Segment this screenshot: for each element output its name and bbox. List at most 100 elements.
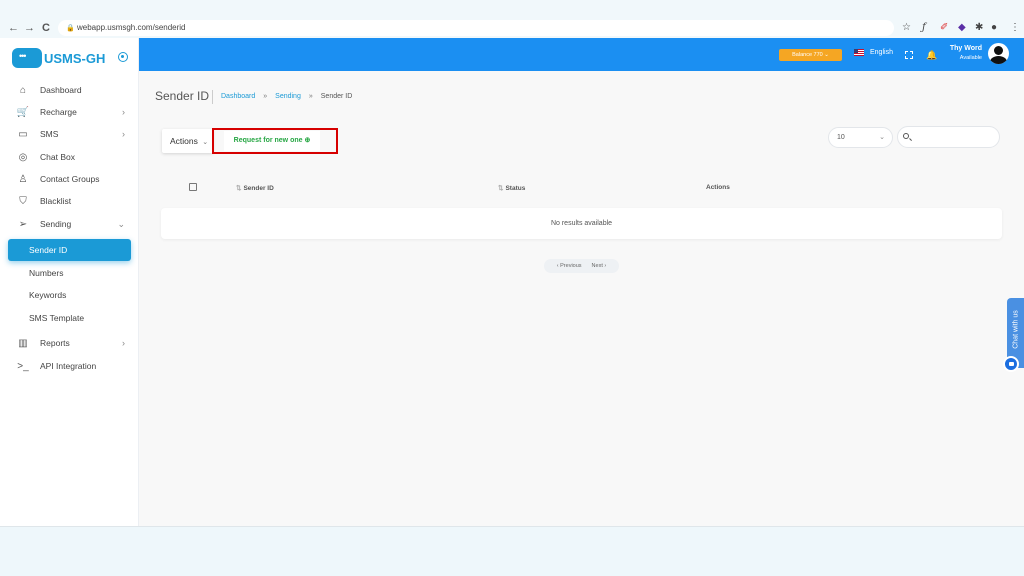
bar-chart-icon: ▥ bbox=[18, 337, 28, 349]
sidebar-item-api-integration[interactable]: >_ API Integration bbox=[8, 355, 131, 377]
brand-logo[interactable]: USMS-GH bbox=[12, 46, 105, 70]
bookmark-star-icon[interactable]: ☆ bbox=[902, 21, 911, 35]
sidebar-item-label: Recharge bbox=[40, 107, 77, 117]
sort-icon: ⇅ bbox=[498, 185, 504, 192]
balance-label: Balance 770 bbox=[792, 52, 823, 58]
sidebar-item-chat-box[interactable]: ◎ Chat Box bbox=[8, 146, 131, 168]
actions-dropdown[interactable]: Actions ⌄ bbox=[162, 129, 213, 153]
sort-icon: ⇅ bbox=[236, 185, 242, 192]
fullscreen-icon[interactable] bbox=[905, 51, 913, 59]
sidebar-item-sms-template[interactable]: SMS Template bbox=[8, 307, 131, 329]
column-status[interactable]: ⇅ Status bbox=[498, 184, 525, 192]
sidebar-toggle-icon[interactable] bbox=[118, 52, 128, 62]
column-actions: Actions bbox=[706, 184, 730, 191]
search-icon bbox=[903, 133, 909, 139]
sidebar-item-label: Blacklist bbox=[40, 196, 72, 206]
sidebar-item-sender-id[interactable]: Sender ID bbox=[8, 239, 131, 261]
top-header: Balance 770 ⌄ English 🔔 Thy Word Availab… bbox=[139, 38, 1024, 71]
sidebar-item-sending[interactable]: ➢ Sending ⌄ bbox=[8, 213, 131, 235]
brand-name: USMS-GH bbox=[44, 50, 106, 66]
page-title: Sender ID bbox=[155, 89, 210, 103]
sidebar-item-label: Contact Groups bbox=[40, 174, 100, 184]
user-status: Available bbox=[959, 55, 982, 61]
sidebar-item-label: Sender ID bbox=[29, 245, 68, 255]
browser-toolbar: ← → C 🔒 webapp.usmsgh.com/senderid ☆ ƒ ✐ … bbox=[0, 0, 1024, 38]
bell-icon[interactable]: 🔔 bbox=[926, 50, 937, 61]
breadcrumb: Dashboard » Sending » Sender ID bbox=[212, 90, 352, 104]
reload-icon[interactable]: C bbox=[42, 21, 50, 35]
sidebar: USMS-GH ⌂ Dashboard 🛒 Recharge › ▭ SMS ›… bbox=[0, 38, 139, 526]
next-page-button[interactable]: Next › bbox=[592, 259, 607, 273]
cart-icon: 🛒 bbox=[16, 106, 30, 118]
column-label: Status bbox=[505, 185, 526, 192]
empty-table-message: No results available bbox=[161, 208, 1002, 239]
chevron-right-icon: › bbox=[122, 129, 125, 139]
chat-bubble-icon[interactable] bbox=[1003, 356, 1019, 372]
breadcrumb-current: Sender ID bbox=[320, 93, 353, 100]
search-input[interactable] bbox=[897, 126, 1000, 148]
previous-page-button[interactable]: ‹ Previous bbox=[557, 259, 582, 273]
actions-label: Actions bbox=[170, 136, 198, 146]
shield-icon: ⛉ bbox=[19, 195, 27, 207]
breadcrumb-dashboard[interactable]: Dashboard bbox=[221, 90, 255, 104]
sidebar-item-blacklist[interactable]: ⛉ Blacklist bbox=[8, 190, 131, 212]
pagination: ‹ Previous Next › bbox=[544, 259, 619, 273]
sidebar-item-contact-groups[interactable]: ♙ Contact Groups bbox=[8, 168, 131, 190]
sidebar-item-label: Numbers bbox=[29, 268, 64, 278]
table-header: ⇅ Sender ID ⇅ Status Actions bbox=[161, 180, 1002, 196]
pen-extension-icon[interactable]: ✐ bbox=[940, 21, 948, 35]
profile-icon[interactable]: ● bbox=[991, 21, 997, 35]
lock-icon: 🔒 bbox=[66, 25, 75, 32]
home-icon: ⌂ bbox=[19, 84, 27, 96]
user-icon: ♙ bbox=[18, 173, 28, 185]
breadcrumb-sending[interactable]: Sending bbox=[275, 90, 301, 104]
back-icon[interactable]: ← bbox=[8, 21, 19, 35]
breadcrumb-separator: » bbox=[308, 93, 313, 100]
sidebar-item-label: Sending bbox=[40, 219, 72, 229]
chevron-right-icon: › bbox=[122, 338, 125, 348]
puzzle-icon[interactable]: ✱ bbox=[975, 21, 983, 35]
sidebar-item-label: SMS bbox=[40, 129, 59, 139]
formula-extension-icon[interactable]: ƒ bbox=[922, 21, 926, 35]
chevron-right-icon: › bbox=[122, 107, 125, 117]
chevron-down-icon: ⌄ bbox=[202, 139, 209, 146]
address-bar[interactable]: 🔒 webapp.usmsgh.com/senderid bbox=[58, 20, 894, 36]
language-selector[interactable]: English bbox=[870, 49, 893, 56]
sidebar-item-label: Keywords bbox=[29, 290, 67, 300]
sidebar-item-label: Dashboard bbox=[40, 85, 82, 95]
user-name[interactable]: Thy Word bbox=[942, 45, 982, 52]
sidebar-item-label: API Integration bbox=[40, 361, 97, 371]
column-label: Sender ID bbox=[243, 185, 274, 192]
grad-cap-extension-icon[interactable]: ◆ bbox=[958, 21, 966, 35]
page-footer-area bbox=[0, 526, 1024, 576]
page-size-value: 10 bbox=[837, 134, 845, 141]
kebab-menu-icon[interactable]: ⋮ bbox=[1010, 21, 1020, 35]
message-icon: ▭ bbox=[18, 128, 28, 140]
sidebar-item-label: SMS Template bbox=[29, 313, 85, 323]
sidebar-item-numbers[interactable]: Numbers bbox=[8, 262, 131, 284]
sidebar-item-sms[interactable]: ▭ SMS › bbox=[8, 123, 131, 145]
sidebar-item-keywords[interactable]: Keywords bbox=[8, 284, 131, 306]
select-all-checkbox[interactable] bbox=[189, 183, 197, 191]
chevron-down-icon: ⌄ bbox=[879, 134, 885, 141]
send-icon: ➢ bbox=[18, 218, 28, 230]
us-flag-icon bbox=[854, 49, 864, 56]
sidebar-item-recharge[interactable]: 🛒 Recharge › bbox=[8, 101, 131, 123]
breadcrumb-separator: » bbox=[263, 93, 268, 100]
sidebar-item-dashboard[interactable]: ⌂ Dashboard bbox=[8, 79, 131, 101]
avatar[interactable] bbox=[988, 43, 1009, 64]
sidebar-item-label: Reports bbox=[40, 338, 70, 348]
url-text: webapp.usmsgh.com/senderid bbox=[77, 23, 186, 32]
column-sender-id[interactable]: ⇅ Sender ID bbox=[236, 184, 274, 192]
sidebar-item-label: Chat Box bbox=[40, 152, 75, 162]
column-label: Actions bbox=[706, 184, 730, 191]
chat-icon: ◎ bbox=[18, 151, 28, 163]
logo-chat-icon bbox=[12, 48, 42, 68]
forward-icon[interactable]: → bbox=[24, 21, 35, 35]
highlight-annotation bbox=[212, 128, 338, 154]
page-size-select[interactable]: 10 ⌄ bbox=[828, 127, 893, 148]
sidebar-item-reports[interactable]: ▥ Reports › bbox=[8, 332, 131, 354]
terminal-icon: >_ bbox=[17, 360, 29, 372]
chat-widget-label: Chat with us bbox=[1012, 310, 1020, 349]
balance-button[interactable]: Balance 770 ⌄ bbox=[779, 49, 842, 61]
